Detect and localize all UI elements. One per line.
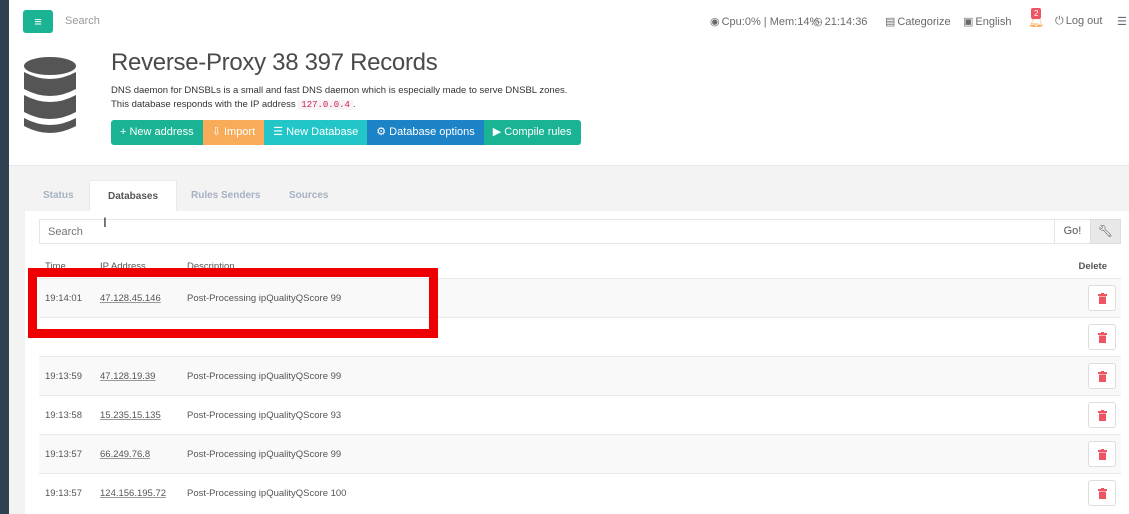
content-area: Status Databases Rules Senders Sources G… bbox=[25, 180, 1129, 514]
delete-button[interactable] bbox=[1088, 480, 1116, 506]
database-options-label: Database options bbox=[389, 126, 475, 138]
row-time: 19:13:59 bbox=[45, 371, 82, 382]
table-row: 19:13:59 47.128.19.39 Post-Processing ip… bbox=[39, 356, 1121, 395]
language-selector[interactable]: ▣ English bbox=[963, 15, 1011, 28]
trash-icon bbox=[1098, 449, 1107, 460]
description-line-1: DNS daemon for DNSBLs is a small and fas… bbox=[111, 85, 568, 96]
row-ip-link[interactable]: 47.128.19.39 bbox=[100, 371, 155, 382]
table-search-input[interactable] bbox=[40, 220, 1054, 243]
table-row: 19:13:58 15.235.15.135 Post-Processing i… bbox=[39, 395, 1121, 434]
delete-button[interactable] bbox=[1088, 285, 1116, 311]
menu-toggle-button[interactable]: ≡ bbox=[23, 10, 53, 33]
categorize-label: Categorize bbox=[897, 16, 951, 28]
cpu-mem-text: Cpu:0% | Mem:14% bbox=[721, 16, 820, 28]
highlight-annotation-box bbox=[28, 268, 438, 338]
description-suffix: . bbox=[352, 99, 356, 110]
language-icon: ▣ bbox=[963, 16, 974, 28]
row-ip-link[interactable]: 124.156.195.72 bbox=[100, 488, 166, 499]
col-delete: Delete bbox=[1078, 261, 1107, 272]
clock-text: 21:14:36 bbox=[824, 16, 868, 28]
trash-icon bbox=[1098, 371, 1107, 382]
row-time: 19:13:58 bbox=[45, 410, 82, 421]
delete-button[interactable] bbox=[1088, 441, 1116, 467]
tab-bar: Status Databases Rules Senders Sources bbox=[25, 180, 1129, 212]
cpu-mem-status: ◉ Cpu:0% | Mem:14% bbox=[710, 15, 819, 28]
notification-badge: 2 bbox=[1031, 8, 1042, 19]
table-row: 19:13:57 66.249.76.8 Post-Processing ipQ… bbox=[39, 434, 1121, 473]
row-time: 19:13:57 bbox=[45, 449, 82, 460]
import-button[interactable]: ⇩ Import bbox=[202, 120, 265, 145]
trash-icon bbox=[1098, 332, 1107, 343]
logout-link[interactable]: ⏻ Log out bbox=[1055, 15, 1102, 28]
row-description: Post-Processing ipQualityQScore 99 bbox=[187, 449, 342, 460]
trash-icon bbox=[1098, 410, 1107, 421]
new-database-label: New Database bbox=[286, 126, 359, 138]
top-search-input[interactable]: Search bbox=[65, 15, 100, 27]
database-icon bbox=[24, 57, 76, 133]
wrench-icon[interactable]: 🔧︎ bbox=[1090, 219, 1121, 244]
database-options-button[interactable]: ⚙ Database options bbox=[367, 120, 484, 145]
gears-icon: ⚙ bbox=[376, 126, 390, 138]
description-prefix: This database responds with the IP addre… bbox=[111, 99, 296, 110]
description-line-2: This database responds with the IP addre… bbox=[111, 99, 356, 110]
trash-icon bbox=[1098, 293, 1107, 304]
table-search-field[interactable] bbox=[39, 219, 1055, 244]
tab-databases[interactable]: Databases bbox=[89, 180, 178, 212]
row-ip-link[interactable]: 15.235.15.135 bbox=[100, 410, 161, 421]
new-address-button[interactable]: + New address bbox=[111, 120, 203, 145]
logout-label: Log out bbox=[1065, 15, 1103, 27]
sidebar-strip bbox=[0, 0, 9, 514]
new-database-button[interactable]: ☰ New Database bbox=[264, 120, 368, 145]
categorize-link[interactable]: ▤ Categorize bbox=[885, 15, 951, 28]
delete-button[interactable] bbox=[1088, 363, 1116, 389]
database-small-icon: ☰ bbox=[273, 126, 287, 138]
go-button[interactable]: Go! bbox=[1054, 219, 1091, 244]
compile-rules-button[interactable]: ▶ Compile rules bbox=[483, 120, 581, 145]
table-row: 19:13:57 124.156.195.72 Post-Processing … bbox=[39, 473, 1121, 512]
top-navbar: ≡ Search ◉ Cpu:0% | Mem:14% ◷ 21:14:36 ▤ Ca… bbox=[9, 0, 1129, 44]
delete-button[interactable] bbox=[1088, 402, 1116, 428]
language-label: English bbox=[975, 16, 1012, 28]
row-description: Post-Processing ipQualityQScore 99 bbox=[187, 371, 342, 382]
tab-sources[interactable]: Sources bbox=[289, 180, 328, 212]
delete-button[interactable] bbox=[1088, 324, 1116, 350]
tab-status[interactable]: Status bbox=[43, 180, 74, 212]
row-time: 19:13:57 bbox=[45, 488, 82, 499]
clock-icon: ◷ bbox=[813, 16, 823, 28]
main-page: ≡ Search ◉ Cpu:0% | Mem:14% ◷ 21:14:36 ▤ Ca… bbox=[9, 0, 1129, 514]
page-header: Reverse-Proxy 38 397 Records DNS daemon … bbox=[9, 44, 1129, 166]
text-cursor-icon: I bbox=[103, 214, 107, 230]
response-ip-code: 127.0.0.4 bbox=[298, 100, 353, 110]
import-icon: ⇩ bbox=[211, 126, 224, 138]
row-description: Post-Processing ipQualityQScore 100 bbox=[187, 488, 347, 499]
cpu-icon: ◉ bbox=[710, 16, 720, 28]
import-label: Import bbox=[223, 126, 256, 138]
tasks-icon[interactable]: ☰ bbox=[1117, 15, 1127, 28]
power-icon: ⏻ bbox=[1055, 15, 1064, 27]
row-description: Post-Processing ipQualityQScore 93 bbox=[187, 410, 342, 421]
row-ip-link[interactable]: 66.249.76.8 bbox=[100, 449, 150, 460]
page-title: Reverse-Proxy 38 397 Records bbox=[111, 49, 438, 76]
clock: ◷ 21:14:36 bbox=[813, 15, 867, 28]
tab-rules-senders[interactable]: Rules Senders bbox=[191, 180, 260, 212]
action-buttons: + New address ⇩ Import ☰ New Database ⚙ … bbox=[111, 120, 581, 145]
databases-panel: Go! 🔧︎ Time IP Address Description Delet… bbox=[25, 211, 1129, 514]
trash-icon bbox=[1098, 488, 1107, 499]
book-icon: ▤ bbox=[885, 16, 896, 28]
